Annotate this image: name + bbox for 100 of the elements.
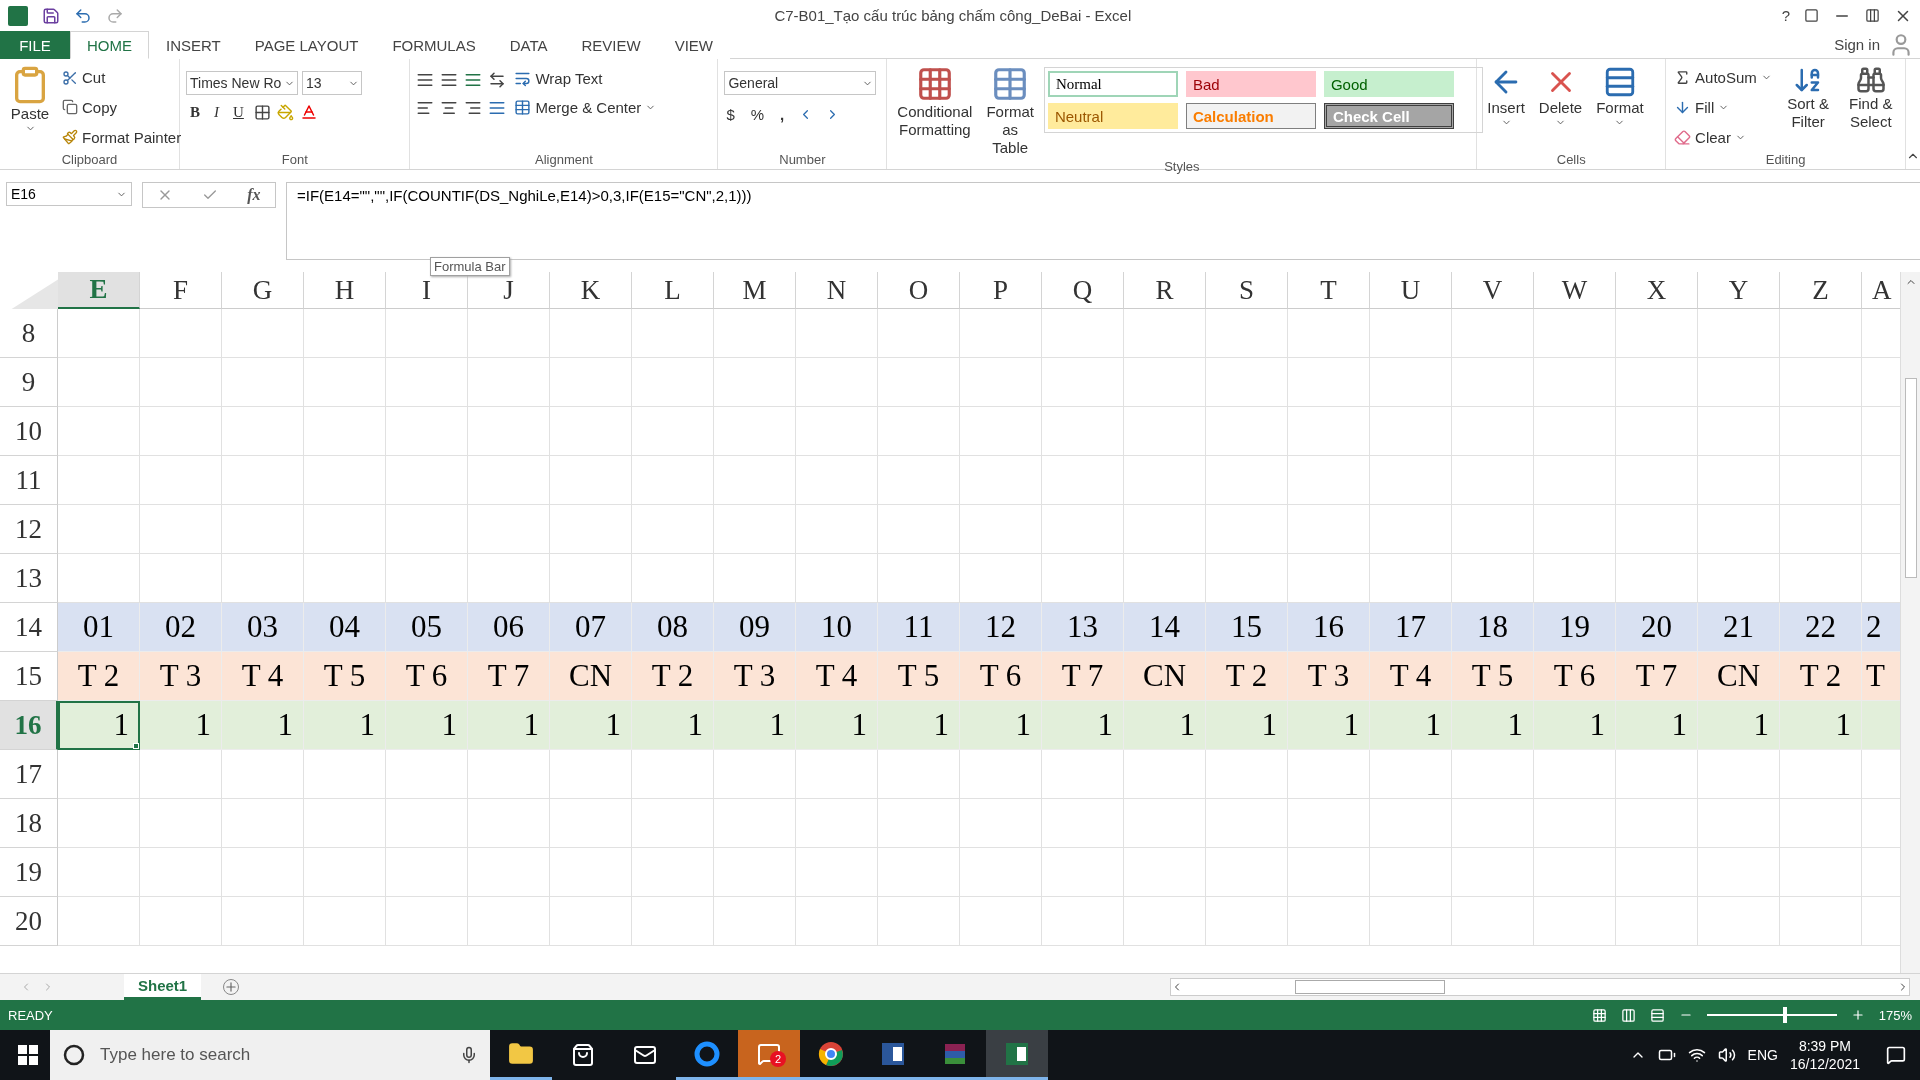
- format-painter-button[interactable]: Format Painter: [60, 127, 184, 147]
- column-header[interactable]: U: [1370, 272, 1452, 309]
- align-center-icon[interactable]: [440, 99, 459, 117]
- spreadsheet-cell[interactable]: [878, 897, 960, 946]
- column-header[interactable]: Z: [1780, 272, 1862, 309]
- row-header[interactable]: 14: [0, 603, 58, 652]
- row-header[interactable]: 13: [0, 554, 58, 603]
- column-header[interactable]: G: [222, 272, 304, 309]
- excel-icon[interactable]: [986, 1030, 1048, 1080]
- number-format-field[interactable]: General: [724, 71, 877, 95]
- microphone-icon[interactable]: [460, 1046, 478, 1064]
- row-header[interactable]: 10: [0, 407, 58, 456]
- column-header[interactable]: R: [1124, 272, 1206, 309]
- row-header[interactable]: 16: [0, 701, 58, 750]
- column-header[interactable]: Y: [1698, 272, 1780, 309]
- paste-button[interactable]: Paste: [6, 63, 54, 152]
- spreadsheet-cell[interactable]: [1370, 897, 1452, 946]
- cell-style[interactable]: Normal: [1047, 71, 1178, 97]
- spreadsheet-cell[interactable]: [386, 897, 468, 946]
- page-layout-icon[interactable]: [1620, 1007, 1636, 1023]
- align-left-icon[interactable]: [416, 99, 435, 117]
- align-bottom-icon[interactable]: [464, 71, 483, 89]
- cell-style[interactable]: Bad: [1185, 71, 1316, 97]
- cell-style[interactable]: Neutral: [1047, 103, 1178, 129]
- sign-in-link[interactable]: Sign in: [1834, 36, 1888, 53]
- spreadsheet-cell[interactable]: T 2: [58, 652, 140, 701]
- spreadsheet-cell[interactable]: [222, 897, 304, 946]
- spreadsheet-cell[interactable]: [1452, 897, 1534, 946]
- cut-button[interactable]: Cut: [60, 68, 184, 88]
- currency-button[interactable]: $: [724, 105, 737, 124]
- find-select-button[interactable]: Find & Select: [1842, 63, 1900, 152]
- row-header[interactable]: 8: [0, 309, 58, 358]
- help-button[interactable]: ?: [1781, 7, 1790, 24]
- font-name-field[interactable]: Times New Ro: [186, 71, 298, 95]
- column-header[interactable]: W: [1534, 272, 1616, 309]
- row-header[interactable]: 19: [0, 848, 58, 897]
- sort-filter-button[interactable]: Sort & Filter: [1779, 63, 1837, 152]
- align-top-icon[interactable]: [416, 71, 435, 89]
- row-header[interactable]: 9: [0, 358, 58, 407]
- spreadsheet-cell[interactable]: [1698, 897, 1780, 946]
- column-header[interactable]: J: [468, 272, 550, 309]
- windows-start-icon[interactable]: [18, 1045, 38, 1065]
- active-cell[interactable]: 1: [58, 701, 140, 750]
- row-header[interactable]: 15: [0, 652, 58, 701]
- align-middle-icon[interactable]: [440, 71, 459, 89]
- column-header[interactable]: X: [1616, 272, 1698, 309]
- column-header[interactable]: S: [1206, 272, 1288, 309]
- spreadsheet-cell[interactable]: [1124, 897, 1206, 946]
- column-header[interactable]: V: [1452, 272, 1534, 309]
- name-box[interactable]: E16: [6, 182, 132, 206]
- spreadsheet-cell[interactable]: [714, 897, 796, 946]
- scroll-thumb[interactable]: [1904, 378, 1917, 578]
- percent-button[interactable]: %: [748, 105, 767, 124]
- spreadsheet-cell[interactable]: [1780, 897, 1862, 946]
- row-header[interactable]: 18: [0, 799, 58, 848]
- italic-button[interactable]: I: [210, 103, 223, 121]
- volume-icon[interactable]: [1717, 1046, 1736, 1064]
- chat-app-button[interactable]: 2: [738, 1030, 800, 1080]
- insert-function-button[interactable]: fx: [247, 186, 261, 204]
- row-header[interactable]: 17: [0, 750, 58, 799]
- borders-icon[interactable]: [253, 103, 271, 121]
- wifi-icon[interactable]: [1687, 1046, 1706, 1064]
- redo-icon[interactable]: [106, 6, 124, 25]
- column-header[interactable]: F: [140, 272, 222, 309]
- spreadsheet-cell[interactable]: [550, 897, 632, 946]
- column-header[interactable]: H: [304, 272, 386, 309]
- zoom-thumb[interactable]: [1782, 1007, 1787, 1023]
- page-break-icon[interactable]: [1649, 1007, 1665, 1023]
- formula-field[interactable]: =IF(E14="","",IF(COUNTIF(DS_NghiLe,E14)>0,3,IF(E15="CN",2,1))): [286, 182, 1920, 260]
- notifications-icon[interactable]: [1886, 1045, 1906, 1065]
- column-header[interactable]: T: [1288, 272, 1370, 309]
- row-header[interactable]: 11: [0, 456, 58, 505]
- cells-button[interactable]: Delete: [1534, 63, 1587, 152]
- horizontal-scrollbar[interactable]: [1170, 978, 1910, 996]
- column-header[interactable]: P: [960, 272, 1042, 309]
- spreadsheet-cell[interactable]: [1206, 897, 1288, 946]
- zoom-in-icon[interactable]: [1850, 1008, 1865, 1022]
- column-header[interactable]: L: [632, 272, 714, 309]
- format-as-table-button[interactable]: Format as Table: [982, 63, 1038, 159]
- spreadsheet-cell[interactable]: [468, 897, 550, 946]
- sheet-tab[interactable]: Sheet1: [124, 974, 202, 1000]
- cells-button[interactable]: Format: [1592, 63, 1648, 152]
- taskbar-clock[interactable]: 8:39 PM 16/12/2021: [1789, 1036, 1860, 1074]
- column-header[interactable]: E: [58, 272, 140, 309]
- comma-button[interactable]: ,: [778, 105, 787, 124]
- fill-color-icon[interactable]: [276, 103, 294, 121]
- column-header[interactable]: N: [796, 272, 878, 309]
- conditional-formatting-button[interactable]: Conditional Formatting: [893, 63, 977, 159]
- taskbar-search-field[interactable]: Type here to search: [50, 1030, 490, 1080]
- spreadsheet-cell[interactable]: [1616, 897, 1698, 946]
- vertical-scrollbar[interactable]: [1900, 272, 1920, 973]
- align-right-icon[interactable]: [464, 99, 483, 117]
- indent-icon[interactable]: [488, 99, 507, 117]
- copy-button[interactable]: Copy: [60, 98, 184, 117]
- language-indicator[interactable]: ENG: [1747, 1047, 1778, 1063]
- row-header[interactable]: 20: [0, 897, 58, 946]
- column-header[interactable]: Q: [1042, 272, 1124, 309]
- spreadsheet-cell[interactable]: [1288, 897, 1370, 946]
- spreadsheet-cell[interactable]: [1042, 897, 1124, 946]
- row-header[interactable]: 12: [0, 505, 58, 554]
